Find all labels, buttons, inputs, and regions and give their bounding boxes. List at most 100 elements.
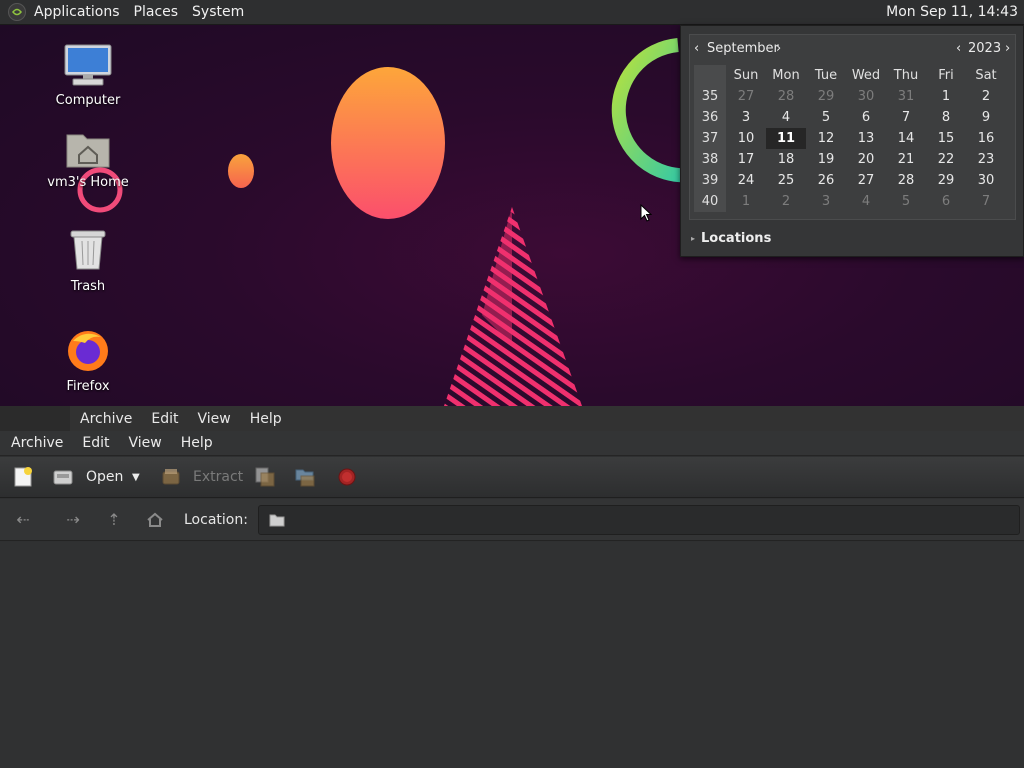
- calendar-day[interactable]: 29: [806, 86, 846, 107]
- system-menu[interactable]: System: [192, 4, 244, 20]
- calendar-day[interactable]: 27: [846, 170, 886, 191]
- calendar-day[interactable]: 13: [846, 128, 886, 149]
- expander-arrow-icon: ▸: [691, 234, 696, 243]
- weekday-header: Fri: [938, 68, 954, 83]
- applications-menu[interactable]: Applications: [34, 4, 120, 20]
- calendar-week-row: 40 1 2 3 4 5 6 7: [694, 191, 1006, 212]
- calendar-day[interactable]: 14: [886, 128, 926, 149]
- calendar-day[interactable]: 22: [926, 149, 966, 170]
- week-number: 38: [694, 149, 726, 170]
- calendar-day[interactable]: 31: [886, 86, 926, 107]
- calendar-day[interactable]: 23: [966, 149, 1006, 170]
- calendar-week-row: 35 27 28 29 30 31 1 2: [694, 86, 1006, 107]
- home-icon[interactable]: [143, 511, 167, 529]
- desktop-icon-computer[interactable]: Computer: [43, 43, 133, 108]
- calendar-week-row: 36 3 4 5 6 7 8 9: [694, 107, 1006, 128]
- computer-icon: [64, 44, 112, 86]
- menu-archive[interactable]: Archive: [11, 435, 63, 451]
- open-dropdown-button[interactable]: ▼: [132, 465, 140, 489]
- extract-button[interactable]: Extract: [160, 465, 243, 489]
- calendar-day[interactable]: 2: [766, 191, 806, 212]
- calendar-day[interactable]: 8: [926, 107, 966, 128]
- calendar-day[interactable]: 4: [766, 107, 806, 128]
- calendar-week-row: 38 17 18 19 20 21 22 23: [694, 149, 1006, 170]
- menu-edit[interactable]: Edit: [151, 411, 178, 427]
- desktop-icon-trash[interactable]: Trash: [43, 227, 133, 294]
- calendar-day[interactable]: 19: [806, 149, 846, 170]
- weekday-header: Wed: [851, 68, 881, 83]
- archive-file-list[interactable]: [0, 542, 1024, 768]
- next-month-button[interactable]: ›: [776, 41, 781, 56]
- calendar-day[interactable]: 17: [726, 149, 766, 170]
- calendar-day[interactable]: 30: [966, 170, 1006, 191]
- menu-edit[interactable]: Edit: [82, 435, 109, 451]
- calendar-day[interactable]: 29: [926, 170, 966, 191]
- calendar-header: ‹ September › ‹ 2023 ›: [690, 35, 1015, 63]
- calendar-week-row: 37 10 11 12 13 14 15 16: [694, 128, 1006, 149]
- calendar-day[interactable]: 16: [966, 128, 1006, 149]
- weekday-header: Mon: [772, 68, 800, 83]
- calendar-day[interactable]: 1: [726, 191, 766, 212]
- calendar-day[interactable]: 18: [766, 149, 806, 170]
- stop-icon: [338, 468, 356, 486]
- calendar-day[interactable]: 9: [966, 107, 1006, 128]
- calendar-day[interactable]: 1: [926, 86, 966, 107]
- folder-icon: [269, 514, 285, 527]
- weekday-header: Thu: [893, 68, 919, 83]
- calendar-day[interactable]: 28: [886, 170, 926, 191]
- desktop-icon-label: Computer: [55, 93, 121, 108]
- calendar-day[interactable]: 10: [726, 128, 766, 149]
- floating-menubar: Archive Edit View Help: [70, 406, 1024, 431]
- locations-label: Locations: [701, 231, 772, 246]
- prev-year-button[interactable]: ‹: [956, 41, 961, 56]
- add-folder-button[interactable]: [294, 465, 316, 489]
- new-archive-button[interactable]: [12, 465, 34, 489]
- open-button[interactable]: Open: [52, 465, 123, 489]
- prev-month-button[interactable]: ‹: [694, 41, 699, 56]
- next-year-button[interactable]: ›: [1005, 41, 1010, 56]
- stop-button[interactable]: [336, 465, 358, 489]
- calendar-day[interactable]: 4: [846, 191, 886, 212]
- desktop-icon-label: Firefox: [66, 379, 110, 394]
- calendar-week-row: 39 24 25 26 27 28 29 30: [694, 170, 1006, 191]
- calendar-popup: ‹ September › ‹ 2023 › Sun Mon Tue Wed T…: [680, 25, 1024, 257]
- calendar-day[interactable]: 3: [806, 191, 846, 212]
- calendar-day[interactable]: 27: [726, 86, 766, 107]
- calendar-day[interactable]: 5: [886, 191, 926, 212]
- menu-help[interactable]: Help: [250, 411, 282, 427]
- desktop-icon-firefox[interactable]: Firefox: [43, 327, 133, 394]
- calendar-day[interactable]: 7: [886, 107, 926, 128]
- calendar-day[interactable]: 21: [886, 149, 926, 170]
- calendar-day[interactable]: 30: [846, 86, 886, 107]
- calendar-day[interactable]: 7: [966, 191, 1006, 212]
- desktop-icon-home[interactable]: vm3's Home: [43, 129, 133, 190]
- calendar-day[interactable]: 25: [766, 170, 806, 191]
- calendar-day[interactable]: 2: [966, 86, 1006, 107]
- location-input[interactable]: [258, 505, 1020, 535]
- calendar-day[interactable]: 3: [726, 107, 766, 128]
- calendar-day[interactable]: 26: [806, 170, 846, 191]
- extract-label: Extract: [193, 469, 244, 485]
- calendar-day[interactable]: 6: [846, 107, 886, 128]
- places-menu[interactable]: Places: [134, 4, 179, 20]
- calendar-day[interactable]: 12: [806, 128, 846, 149]
- calendar-day[interactable]: 28: [766, 86, 806, 107]
- calendar-day[interactable]: 15: [926, 128, 966, 149]
- menu-view[interactable]: View: [129, 435, 162, 451]
- calendar-day[interactable]: 20: [846, 149, 886, 170]
- add-files-button[interactable]: [254, 465, 276, 489]
- weekday-header: Sun: [733, 68, 759, 83]
- calendar-day[interactable]: 6: [926, 191, 966, 212]
- calendar-day-today[interactable]: 11: [766, 128, 806, 149]
- menu-archive[interactable]: Archive: [80, 411, 132, 427]
- calendar-day[interactable]: 5: [806, 107, 846, 128]
- back-arrow-icon[interactable]: ⇠: [11, 511, 35, 529]
- menu-help[interactable]: Help: [181, 435, 213, 451]
- panel-clock[interactable]: Mon Sep 11, 14:43: [886, 4, 1018, 20]
- menu-view[interactable]: View: [198, 411, 231, 427]
- calendar-day[interactable]: 24: [726, 170, 766, 191]
- locations-expander[interactable]: ▸ Locations: [691, 231, 771, 246]
- forward-arrow-icon[interactable]: ⇢: [61, 511, 85, 529]
- up-arrow-icon[interactable]: ⇡: [102, 511, 126, 529]
- mate-logo-icon[interactable]: [8, 3, 26, 21]
